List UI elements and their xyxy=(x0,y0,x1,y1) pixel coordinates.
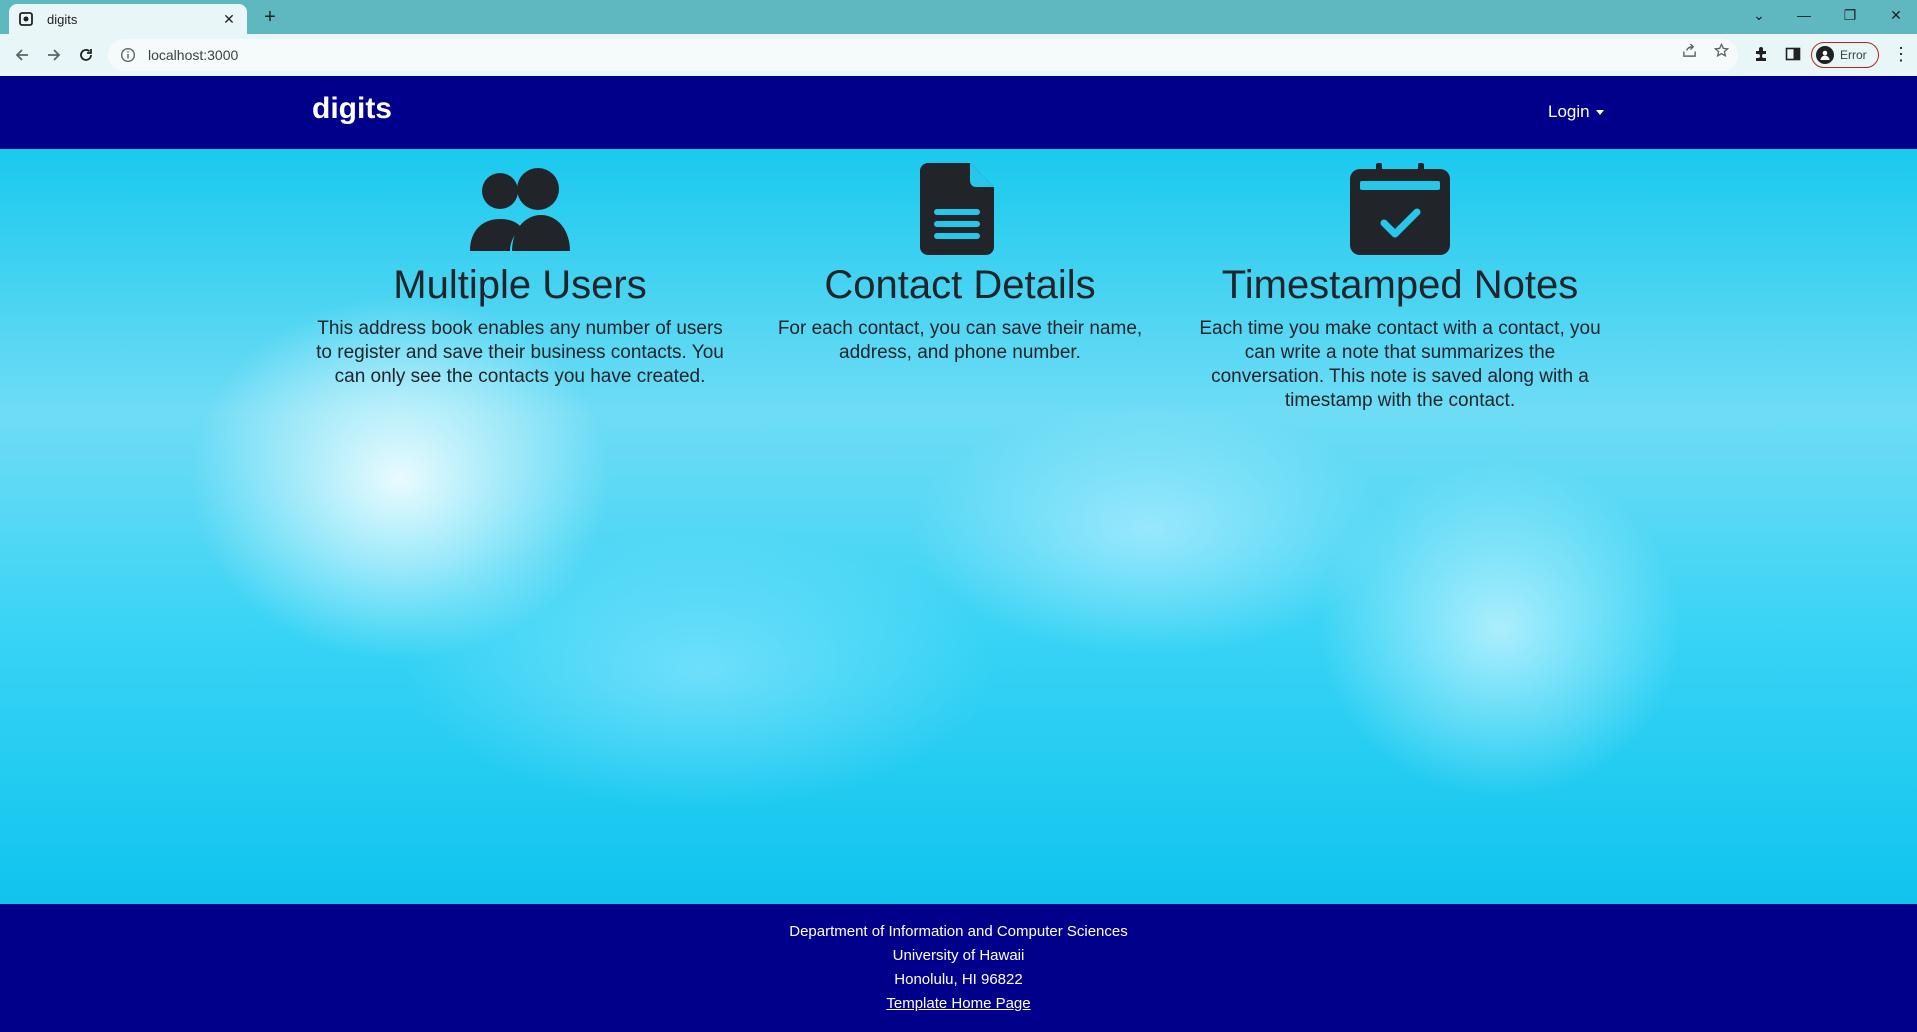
browser-toolbar: localhost:3000 Error ⋮ xyxy=(0,34,1917,76)
template-home-page-link[interactable]: Template Home Page xyxy=(886,995,1030,1012)
feature-contact-details: Contact Details For each contact, you ca… xyxy=(740,163,1180,365)
tab-close-icon[interactable]: ✕ xyxy=(221,11,237,28)
browser-menu-icon[interactable]: ⋮ xyxy=(1892,44,1910,66)
landing-hero: Multiple Users This address book enables… xyxy=(0,149,1917,904)
login-label: Login xyxy=(1548,102,1590,121)
bookmark-star-icon[interactable] xyxy=(1710,41,1732,59)
favicon-icon xyxy=(19,12,33,26)
page-footer: Department of Information and Computer S… xyxy=(0,904,1917,1032)
minimize-button[interactable]: — xyxy=(1794,6,1814,24)
feature-description: This address book enables any number of … xyxy=(316,318,724,387)
page-viewport: digits Login Multiple Users This address… xyxy=(0,76,1917,1032)
share-icon[interactable] xyxy=(1678,41,1700,59)
close-window-button[interactable]: ✕ xyxy=(1886,6,1906,24)
footer-address: Honolulu, HI 96822 xyxy=(894,971,1023,988)
feature-multiple-users: Multiple Users This address book enables… xyxy=(300,163,740,389)
feature-timestamped-notes: Timestamped Notes Each time you make con… xyxy=(1180,163,1620,413)
tab-title: digits xyxy=(47,11,78,27)
tab-search-icon[interactable]: ⌄ xyxy=(1749,6,1769,24)
side-panel-icon[interactable] xyxy=(1782,43,1804,65)
caret-down-icon xyxy=(1595,109,1604,115)
back-button[interactable] xyxy=(10,43,34,67)
forward-button[interactable] xyxy=(42,43,66,67)
reload-icon xyxy=(80,49,92,61)
users-icon xyxy=(470,168,570,251)
footer-university: University of Hawaii xyxy=(892,947,1025,964)
feature-title: Multiple Users xyxy=(393,263,647,307)
profile-label: Error xyxy=(1840,48,1867,62)
profile-error-chip[interactable]: Error xyxy=(1811,42,1879,68)
reload-button[interactable] xyxy=(74,43,98,67)
back-arrow-icon xyxy=(15,49,28,61)
info-icon[interactable] xyxy=(120,47,136,63)
feature-title: Contact Details xyxy=(824,263,1096,307)
feature-title: Timestamped Notes xyxy=(1221,263,1579,307)
forward-arrow-icon xyxy=(48,49,61,61)
browser-tab-bar: digits ✕ + ⌄ — ❐ ✕ xyxy=(0,0,1917,34)
feature-description: Each time you make contact with a contac… xyxy=(1199,318,1601,411)
extensions-icon[interactable] xyxy=(1750,43,1772,65)
brand-link[interactable]: digits xyxy=(312,92,392,126)
address-bar[interactable]: localhost:3000 xyxy=(108,39,1738,71)
file-lines-icon xyxy=(920,163,994,255)
new-tab-button[interactable]: + xyxy=(258,6,282,28)
login-dropdown[interactable]: Login xyxy=(1548,102,1604,122)
restore-button[interactable]: ❐ xyxy=(1840,6,1860,24)
footer-department: Department of Information and Computer S… xyxy=(789,923,1128,940)
feature-description: For each contact, you can save their nam… xyxy=(777,318,1143,363)
profile-avatar-icon xyxy=(1816,46,1834,64)
browser-tab[interactable]: digits ✕ xyxy=(9,4,247,34)
calendar-check-icon xyxy=(1350,163,1450,255)
top-navbar: digits Login xyxy=(0,76,1917,149)
url-text: localhost:3000 xyxy=(148,47,239,63)
